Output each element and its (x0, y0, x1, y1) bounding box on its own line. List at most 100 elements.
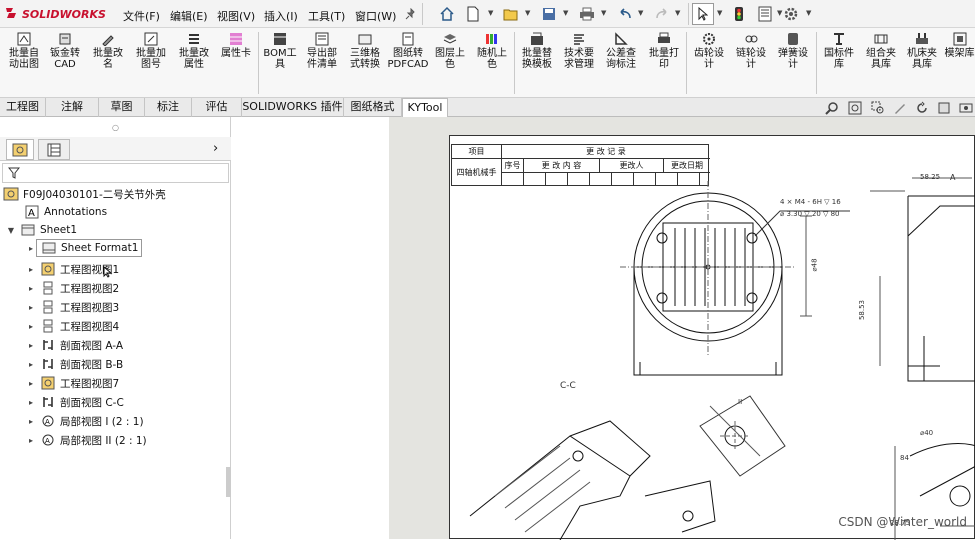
options-dropdown-icon[interactable]: ▼ (806, 9, 811, 17)
rotate-icon[interactable] (913, 99, 930, 116)
zoom-icon[interactable] (823, 99, 840, 116)
menu-insert[interactable]: 插入(I) (264, 8, 298, 24)
chevron-right-icon[interactable]: ▸ (26, 284, 36, 293)
tab-sw-addins[interactable]: SOLIDWORKS 插件 (242, 98, 344, 117)
tree-item-section-b[interactable]: ▸ 剖面视图 B-B (26, 355, 123, 373)
ribbon-sheetmetal-button[interactable]: 钣金转 CAD (47, 32, 83, 70)
ribbon-standard-lib-button[interactable]: 国标件 库 (820, 32, 858, 70)
new-file-icon[interactable] (462, 3, 484, 25)
select-cursor-icon[interactable] (692, 3, 714, 25)
ribbon-mold-base-button[interactable]: 模架库 (944, 32, 975, 59)
ribbon-pdf-button[interactable]: 图纸转 PDFCAD (388, 32, 429, 70)
undo-icon[interactable] (614, 3, 636, 25)
open-dropdown-icon[interactable]: ▼ (525, 9, 530, 17)
menu-window[interactable]: 窗口(W) (355, 8, 396, 24)
tree-item-drawing-view-1[interactable]: ▸ 工程图视图1 (26, 260, 119, 278)
feature-manager-tab-icon[interactable] (6, 139, 34, 160)
dim-diameter[interactable]: ⌀48 (811, 258, 819, 271)
dim-side[interactable]: 58.53 (858, 300, 866, 320)
ribbon-rename-button[interactable]: 批量改 名 (90, 32, 126, 70)
ribbon-tech-req-button[interactable]: 技术要 求管理 (560, 32, 598, 70)
ribbon-export-list-button[interactable]: 导出部 件清单 (303, 32, 341, 70)
tree-item-section-a[interactable]: ▸ 剖面视图 A-A (26, 336, 123, 354)
save-icon[interactable] (538, 3, 560, 25)
menu-file[interactable]: 文件(F) (123, 8, 160, 24)
display-style-icon[interactable] (935, 99, 952, 116)
zoom-fit-icon[interactable] (846, 99, 863, 116)
chevron-right-icon[interactable]: ▸ (26, 360, 36, 369)
dim-top[interactable]: 58.25 (920, 173, 940, 181)
tab-annotation[interactable]: 注解 (46, 98, 99, 117)
tree-item-detail-2[interactable]: ▸ A 局部视图 II (2 : 1) (26, 431, 147, 449)
mark-ii[interactable]: II (738, 398, 742, 406)
ribbon-batch-drawing-button[interactable]: 批量自 动出图 (6, 32, 42, 70)
tree-root[interactable]: F09J04030101-二号关节外壳 (3, 185, 166, 203)
ribbon-layer-color-button[interactable]: 图层上 色 (432, 32, 468, 70)
tree-item-drawing-view-2[interactable]: ▸ 工程图视图2 (26, 279, 119, 297)
tab-sheet-format[interactable]: 图纸格式 (344, 98, 402, 117)
tree-item-drawing-view-3[interactable]: ▸ 工程图视图3 (26, 298, 119, 316)
open-folder-icon[interactable] (500, 3, 522, 25)
ribbon-sprocket-button[interactable]: 链轮设 计 (732, 32, 770, 70)
tree-item-drawing-view-4[interactable]: ▸ 工程图视图4 (26, 317, 119, 335)
ribbon-machine-fixture-button[interactable]: 机床夹 具库 (903, 32, 941, 70)
pin-icon[interactable] (400, 3, 422, 25)
chevron-right-icon[interactable]: › (213, 141, 218, 156)
dim-bottom[interactable]: 84 (900, 454, 909, 462)
chevron-down-icon[interactable]: ▼ (6, 226, 16, 235)
traffic-light-icon[interactable] (728, 3, 750, 25)
ribbon-spring-button[interactable]: 弹簧设 计 (774, 32, 812, 70)
print-dropdown-icon[interactable]: ▼ (601, 9, 606, 17)
tree-item-detail-1[interactable]: ▸ A 局部视图 I (2 : 1) (26, 412, 144, 430)
redo-icon[interactable] (651, 3, 673, 25)
chevron-right-icon[interactable]: ▸ (26, 379, 36, 388)
ribbon-add-number-button[interactable]: 批量加 图号 (133, 32, 169, 70)
chevron-right-icon[interactable]: ▸ (26, 398, 36, 407)
chevron-right-icon[interactable]: ▸ (26, 417, 36, 426)
home-icon[interactable] (436, 3, 458, 25)
chevron-right-icon[interactable]: ▸ (26, 436, 36, 445)
chevron-right-icon[interactable]: ▸ (26, 341, 36, 350)
tab-kytool[interactable]: KYTool (402, 98, 448, 117)
tree-filter-field[interactable] (2, 163, 229, 183)
new-dropdown-icon[interactable]: ▼ (488, 9, 493, 17)
menu-edit[interactable]: 编辑(E) (170, 8, 208, 24)
chevron-right-icon[interactable]: ▸ (26, 265, 36, 274)
undo-dropdown-icon[interactable]: ▼ (638, 9, 643, 17)
zoom-area-icon[interactable] (869, 99, 886, 116)
chevron-right-icon[interactable]: ▸ (26, 322, 36, 331)
ribbon-bom-button[interactable]: BOM工 具 (262, 32, 298, 70)
file-properties-icon[interactable] (754, 3, 776, 25)
ribbon-random-color-button[interactable]: 随机上 色 (474, 32, 510, 70)
tab-drawing[interactable]: 工程图 (0, 98, 46, 117)
property-manager-tab-icon[interactable] (38, 139, 70, 160)
ribbon-property-button[interactable]: 批量改 属性 (176, 32, 212, 70)
tree-item-sheet-format[interactable]: ▸ Sheet Format1 (26, 239, 143, 257)
ribbon-fixture-lib-button[interactable]: 组合夹 具库 (862, 32, 900, 70)
chevron-right-icon[interactable]: ▸ (26, 303, 36, 312)
ribbon-print-button[interactable]: 批量打 印 (645, 32, 683, 70)
save-dropdown-icon[interactable]: ▼ (563, 9, 568, 17)
select-dropdown-icon[interactable]: ▼ (717, 9, 722, 17)
chevron-right-icon[interactable]: ▸ (26, 244, 36, 253)
note-counterbore[interactable]: ⌀ 3.30 ▽ 20 ▽ 80 (780, 210, 840, 218)
tab-sketch[interactable]: 草图 (99, 98, 145, 117)
tree-item-drawing-view-7[interactable]: ▸ 工程图视图7 (26, 374, 119, 392)
menu-view[interactable]: 视图(V) (217, 8, 255, 24)
ribbon-tolerance-button[interactable]: 公差查 询标注 (602, 32, 640, 70)
sketch-tool-icon[interactable] (891, 99, 908, 116)
tab-dimension[interactable]: 标注 (145, 98, 192, 117)
redo-dropdown-icon[interactable]: ▼ (675, 9, 680, 17)
ribbon-format-convert-button[interactable]: 三维格 式转换 (346, 32, 384, 70)
graphics-area[interactable]: 项目 更 改 记 录 四轴机械手 序号 更 改 内 容 更改人 更改日期 4 ×… (231, 117, 975, 540)
menu-tools[interactable]: 工具(T) (308, 8, 345, 24)
ribbon-property-card-button[interactable]: 属性卡 (218, 32, 254, 59)
print-qa-icon[interactable] (576, 3, 598, 25)
note-threaded-hole[interactable]: 4 × M4 - 6H ▽ 16 (780, 198, 841, 206)
ribbon-gear-design-button[interactable]: 齿轮设 计 (690, 32, 728, 70)
tree-item-sheet1[interactable]: ▼ Sheet1 (6, 221, 77, 239)
mark-a[interactable]: A (950, 173, 955, 182)
options-gear-icon[interactable] (780, 3, 802, 25)
view-settings-icon[interactable] (957, 99, 974, 116)
tree-splitter-dot[interactable]: ○ (112, 123, 119, 132)
